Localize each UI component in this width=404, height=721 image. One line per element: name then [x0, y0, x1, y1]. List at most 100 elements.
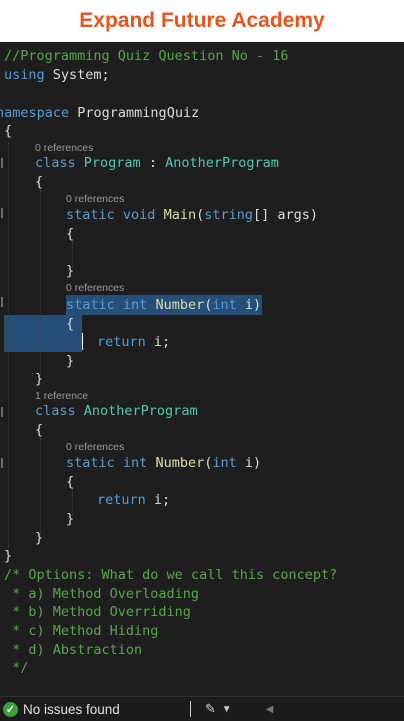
brace: { [35, 422, 44, 438]
brace: { [4, 123, 13, 139]
code-text: ( [196, 207, 205, 223]
code-text: i) [236, 455, 262, 471]
code-line: } [35, 529, 43, 547]
code-text: i; [145, 334, 171, 350]
code-line: } [35, 370, 43, 388]
keyword: int [122, 297, 148, 313]
code-line: } [66, 510, 74, 528]
code-line: { [66, 315, 74, 333]
status-bar: ✓ No issues found ✎ ▼ ◀ [0, 696, 404, 721]
code-text: : [140, 155, 166, 171]
indent-guide [40, 438, 41, 534]
keyword: return [97, 492, 146, 508]
brace: } [4, 548, 13, 564]
code-editor[interactable]: //Programming Quiz Question No - 16 usin… [0, 42, 404, 696]
brace: } [35, 530, 44, 546]
fold-marker[interactable] [1, 458, 3, 468]
status-divider [189, 701, 191, 717]
comment-text: * d) Abstraction [4, 642, 143, 658]
code-line: class Program : AnotherProgram [35, 154, 279, 172]
keyword: void [122, 207, 156, 223]
code-line: * a) Method Overloading [4, 585, 199, 603]
code-line: static int Number(int i) [66, 454, 261, 472]
brace: } [35, 371, 44, 387]
class-name: AnotherProgram [83, 403, 198, 419]
check-circle-icon[interactable]: ✓ [3, 701, 18, 717]
references-codelens[interactable]: 0 references [35, 141, 93, 155]
keyword: string [204, 207, 254, 223]
code-line: } [4, 547, 12, 565]
class-name: Program [83, 155, 141, 171]
comment-text: //Programming Quiz Question No - 16 [4, 48, 289, 64]
code-line: */ [4, 659, 28, 677]
comment-text: */ [4, 660, 29, 676]
code-line: { [35, 421, 43, 439]
code-line: class AnotherProgram [35, 402, 198, 420]
code-line: static void Main(string[] args) [66, 206, 318, 224]
code-line: { [4, 122, 12, 140]
keyword: class [35, 403, 76, 419]
brace: { [66, 316, 75, 332]
brace: { [66, 226, 75, 242]
text-cursor [82, 333, 83, 350]
comment-text: * c) Method Hiding [4, 623, 159, 639]
method-name: Number [155, 455, 205, 471]
brace: } [66, 353, 75, 369]
class-name: AnotherProgram [165, 155, 279, 171]
chevron-left-icon[interactable]: ◀ [266, 704, 274, 715]
indent-guide [8, 142, 9, 552]
fold-marker[interactable] [1, 158, 3, 168]
code-text: [] args) [253, 207, 319, 223]
chevron-down-icon[interactable]: ▼ [222, 704, 232, 715]
code-text: i) [236, 297, 262, 313]
banner-title: Expand Future Academy [79, 9, 325, 32]
code-line: { [35, 173, 43, 191]
keyword: static [66, 207, 115, 223]
keyword: int [122, 455, 148, 471]
brace: { [35, 174, 44, 190]
references-codelens[interactable]: 1 reference [35, 389, 88, 403]
keyword: int [212, 455, 237, 471]
code-line: } [66, 262, 74, 280]
code-line: { [66, 473, 74, 491]
fold-marker[interactable] [1, 208, 3, 218]
code-text: System; [44, 67, 110, 83]
fold-marker[interactable] [1, 407, 3, 417]
brace: } [66, 511, 75, 527]
keyword: static [66, 455, 115, 471]
issues-status-label[interactable]: No issues found [23, 702, 120, 717]
code-line: * c) Method Hiding [4, 622, 158, 640]
indent-guide [40, 190, 41, 376]
keyword: class [35, 155, 76, 171]
brace: } [66, 263, 75, 279]
comment-text: /* Options: What do we call this concept… [4, 567, 338, 583]
references-codelens[interactable]: 0 references [66, 192, 124, 206]
brush-icon[interactable]: ✎ [205, 701, 216, 717]
code-line: namespace ProgrammingQuiz [0, 104, 199, 122]
code-text: i; [145, 492, 171, 508]
code-line: using System; [4, 66, 110, 84]
keyword: static [66, 297, 115, 313]
references-codelens[interactable]: 0 references [66, 440, 124, 454]
code-line: return i; [97, 491, 170, 509]
code-line: static int Number(int i) [66, 296, 261, 314]
code-line: /* Options: What do we call this concept… [4, 566, 337, 584]
brace: { [66, 474, 75, 490]
code-text: ProgrammingQuiz [69, 105, 200, 121]
comment-text: * a) Method Overloading [4, 586, 200, 602]
code-line: { [66, 225, 74, 243]
keyword: int [212, 297, 237, 313]
method-name: Number [155, 297, 205, 313]
banner: Expand Future Academy [0, 0, 404, 42]
code-line: //Programming Quiz Question No - 16 [4, 47, 288, 65]
fold-marker[interactable] [1, 297, 3, 307]
code-line: } [66, 352, 74, 370]
references-codelens[interactable]: 0 references [66, 281, 124, 295]
keyword: using [4, 67, 45, 83]
code-line: * d) Abstraction [4, 641, 142, 659]
comment-text: * b) Method Overriding [4, 604, 191, 620]
keyword: return [97, 334, 146, 350]
code-line: return i; [97, 333, 170, 351]
method-name: Main [163, 207, 197, 223]
code-line: * b) Method Overriding [4, 603, 191, 621]
